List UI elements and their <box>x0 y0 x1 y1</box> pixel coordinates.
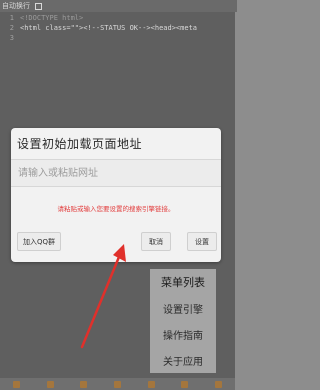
cancel-button[interactable]: 取消 <box>141 232 171 251</box>
menu-item-about[interactable]: 关于应用 <box>150 347 216 373</box>
dialog-hint: 请粘贴或输入您要设置的搜索引擎链接。 <box>57 205 175 213</box>
code-text: <!DOCTYPE html> <box>20 14 84 22</box>
editor-top-bar: 自动换行 <box>0 0 237 12</box>
dialog-title: 设置初始加载页面地址 <box>17 137 143 151</box>
line-number: 1 <box>9 14 14 22</box>
url-input[interactable] <box>11 159 221 187</box>
toolbar-icon[interactable] <box>13 380 21 388</box>
toolbar-icon[interactable] <box>80 380 88 388</box>
menu-list: 菜单列表 设置引擎 操作指南 关于应用 <box>150 269 216 373</box>
line-number: 3 <box>9 34 14 42</box>
code-line: 1 <!DOCTYPE html> <box>0 13 235 23</box>
code-line: 2 <html class=""><!--STATUS OK--><head><… <box>0 23 235 33</box>
code-area[interactable]: 1 <!DOCTYPE html> 2 <html class=""><!--S… <box>0 13 235 43</box>
toolbar-icon[interactable] <box>214 380 222 388</box>
menu-title: 菜单列表 <box>161 276 205 289</box>
join-qq-group-button[interactable]: 加入QQ群 <box>17 232 61 251</box>
menu-item-guide[interactable]: 操作指南 <box>150 321 216 347</box>
toolbar-icon[interactable] <box>113 380 121 388</box>
toolbar-icon[interactable] <box>46 380 54 388</box>
auto-wrap-checkbox[interactable] <box>35 2 42 10</box>
code-text: <html class=""><!--STATUS OK--><head><me… <box>20 24 198 32</box>
set-homepage-dialog: 设置初始加载页面地址 请粘贴或输入您要设置的搜索引擎链接。 加入QQ群 取消 设… <box>11 128 221 262</box>
auto-wrap-label: 自动换行 <box>2 2 30 10</box>
toolbar-icon[interactable] <box>181 380 189 388</box>
line-number: 2 <box>9 24 14 32</box>
toolbar-icon[interactable] <box>147 380 155 388</box>
code-line: 3 <box>0 33 235 43</box>
settings-button[interactable]: 设置 <box>187 232 217 251</box>
menu-item-set-engine[interactable]: 设置引擎 <box>150 295 216 321</box>
bottom-toolbar <box>0 378 235 390</box>
